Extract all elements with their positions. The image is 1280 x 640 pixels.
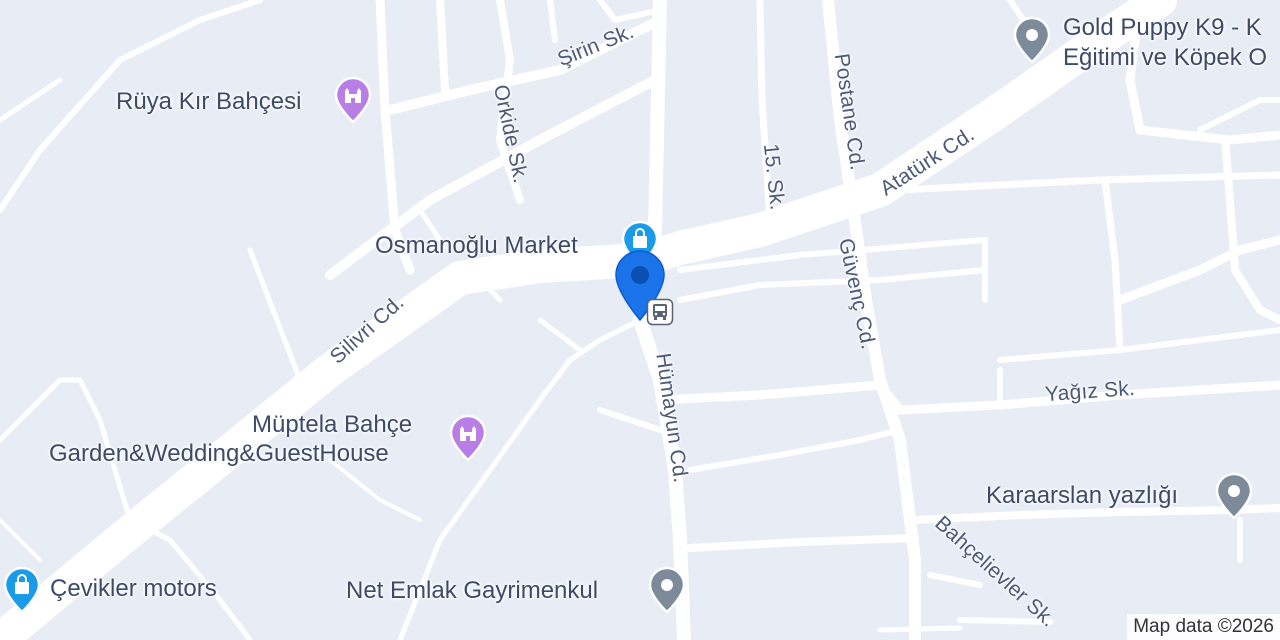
poi-karaarslan-label[interactable]: Karaarslan yazlığı — [986, 482, 1178, 510]
generic-place-icon — [1013, 16, 1051, 64]
poi-ruya[interactable] — [333, 76, 373, 124]
poi-osmanoglu-label[interactable]: Osmanoğlu Market — [375, 232, 578, 260]
poi-ruya-label[interactable]: Rüya Kır Bahçesi — [116, 88, 301, 116]
poi-karaarslan[interactable] — [1214, 472, 1254, 520]
shopping-bag-icon — [3, 566, 41, 614]
poi-gold-puppy[interactable] — [1012, 16, 1052, 64]
wedding-venue-icon — [449, 414, 487, 462]
poi-gold-puppy-label-1[interactable]: Gold Puppy K9 - K — [1063, 14, 1262, 42]
map-canvas[interactable]: Şirin Sk. Orkide Sk. 15. Sk. Postane Cd.… — [0, 0, 1280, 640]
poi-net-emlak[interactable] — [647, 566, 687, 614]
poi-gold-puppy-label-2[interactable]: Eğitimi ve Köpek O — [1063, 44, 1267, 72]
bus-stop[interactable] — [646, 298, 674, 326]
generic-place-icon — [648, 566, 686, 614]
poi-cevikler[interactable] — [2, 566, 42, 614]
poi-cevikler-label[interactable]: Çevikler motors — [50, 575, 217, 603]
generic-place-icon — [1215, 472, 1253, 520]
wedding-venue-icon — [334, 76, 372, 124]
poi-net-emlak-label[interactable]: Net Emlak Gayrimenkul — [346, 577, 598, 605]
bus-stop-icon — [646, 298, 674, 326]
poi-muptela[interactable] — [448, 414, 488, 462]
map-data-credit[interactable]: Map data ©2026 — [1127, 614, 1280, 640]
poi-muptela-label-2[interactable]: Garden&Wedding&GuestHouse — [49, 440, 389, 468]
poi-muptela-label-1[interactable]: Müptela Bahçe — [252, 411, 412, 439]
